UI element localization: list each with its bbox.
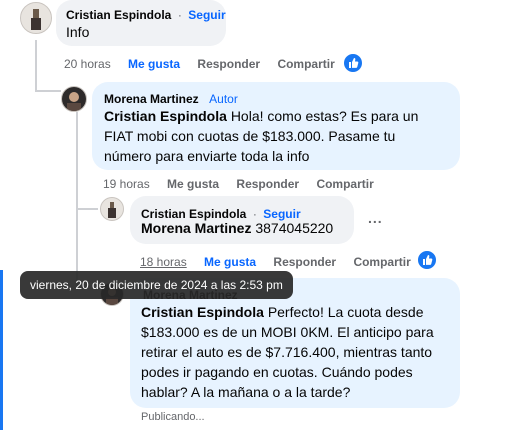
comment-text-line: Hola! como estas? Es para un <box>230 108 419 124</box>
timestamp-tooltip: viernes, 20 de diciembre de 2024 a las 2… <box>20 271 293 299</box>
share-button[interactable]: Compartir <box>277 57 334 71</box>
comment-text-line: Perfecto! La cuota desde <box>267 304 424 320</box>
share-button[interactable]: Compartir <box>316 177 373 191</box>
thread-line-elbow <box>76 208 98 210</box>
like-button[interactable]: Me gusta <box>204 255 256 269</box>
comment-text: Cristian Espindola Hola! como estas? Es … <box>104 106 454 166</box>
avatar[interactable] <box>20 2 52 34</box>
author-name[interactable]: Cristian Espindola <box>66 8 171 22</box>
thumbs-up-icon[interactable] <box>343 53 363 73</box>
publishing-status: Publicando... <box>141 411 205 423</box>
share-button[interactable]: Compartir <box>353 255 410 269</box>
left-accent-bar <box>0 270 3 430</box>
thumbs-up-icon[interactable] <box>417 250 437 270</box>
mention-link[interactable]: Cristian Espindola <box>141 304 264 320</box>
timestamp-link[interactable]: 18 horas <box>140 255 187 269</box>
mention-link[interactable]: Morena Martinez <box>141 220 251 236</box>
author-badge: Autor <box>209 92 238 106</box>
comment-text: Info <box>66 24 90 40</box>
timestamp-link[interactable]: 20 horas <box>64 57 111 71</box>
timestamp-link[interactable]: 19 horas <box>103 177 150 191</box>
comment-text-line: podes ir pagando en cuotas. Cuándo podes <box>141 364 413 380</box>
avatar[interactable] <box>61 86 87 112</box>
separator-dot: · <box>177 8 182 22</box>
comment-header: Cristian Espindola · Seguir <box>66 6 226 24</box>
mention-link[interactable]: Cristian Espindola <box>104 108 227 124</box>
reply-button[interactable]: Responder <box>197 57 260 71</box>
comment-actions: 18 horas Me gusta Responder Compartir <box>140 255 425 269</box>
comment-text: Cristian Espindola Perfecto! La cuota de… <box>141 302 457 402</box>
comment-text-line: $183.000 es de un MOBI 0KM. El anticipo … <box>141 324 434 340</box>
comment-text-line: número para enviarte toda la info <box>104 148 310 164</box>
reply-button[interactable]: Responder <box>273 255 336 269</box>
comment-text: Morena Martinez 3874045220 <box>141 218 333 238</box>
thread-line <box>35 40 37 92</box>
comment-text-line: FIAT mobi con cuotas de $183.000. Pasame… <box>104 128 396 144</box>
comment-actions: 19 horas Me gusta Responder Compartir <box>103 177 388 191</box>
phone-number-text: 3874045220 <box>255 220 334 236</box>
like-button[interactable]: Me gusta <box>128 57 180 71</box>
more-options-icon[interactable]: ... <box>368 210 383 226</box>
thread-line-elbow <box>35 90 61 92</box>
comment-text-line: retirar el auto es de $7.716.400, mientr… <box>141 344 433 360</box>
author-name[interactable]: Morena Martinez <box>104 92 199 106</box>
follow-button[interactable]: Seguir <box>188 8 225 22</box>
comment-text-line: hablar? A la mañana o a la tarde? <box>141 384 351 400</box>
reply-button[interactable]: Responder <box>236 177 299 191</box>
avatar[interactable] <box>100 197 124 221</box>
like-button[interactable]: Me gusta <box>167 177 219 191</box>
comment-actions: 20 horas Me gusta Responder Compartir <box>64 57 349 71</box>
thread-line <box>76 112 78 210</box>
